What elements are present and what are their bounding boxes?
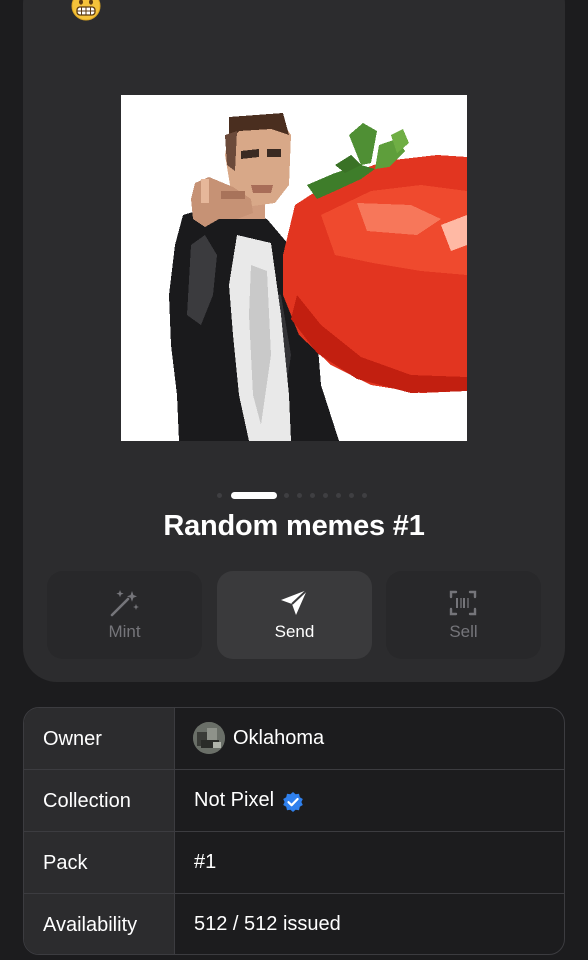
pack-key-cell: Pack	[24, 832, 175, 893]
owner-name[interactable]: Oklahoma	[233, 727, 324, 750]
pack-row: Pack #1	[24, 832, 564, 894]
availability-key: Availability	[43, 914, 138, 936]
collection-key: Collection	[43, 790, 131, 812]
carousel-dot[interactable]	[297, 493, 302, 498]
nft-image[interactable]	[121, 95, 467, 441]
availability-value: 512 / 512 issued	[194, 913, 341, 935]
carousel-dot[interactable]	[323, 493, 328, 498]
carousel-dot[interactable]	[217, 493, 222, 498]
carousel-indicator[interactable]	[0, 490, 588, 500]
sell-label: Sell	[449, 622, 478, 641]
carousel-dot[interactable]	[349, 493, 354, 498]
pack-key: Pack	[43, 852, 88, 874]
mint-button[interactable]: Mint	[47, 571, 202, 659]
send-label: Send	[274, 622, 315, 641]
availability-key-cell: Availability	[24, 894, 175, 954]
grimacing-face-icon[interactable]	[70, 0, 102, 22]
collection-name[interactable]: Not Pixel	[194, 789, 274, 812]
mint-label: Mint	[108, 622, 141, 641]
collection-key-cell: Collection	[24, 770, 175, 831]
carousel-dot[interactable]	[362, 493, 367, 498]
barcode-scan-icon	[449, 590, 477, 616]
availability-row: Availability 512 / 512 issued	[24, 894, 564, 954]
avatar[interactable]	[193, 722, 225, 754]
magic-wand-sparkles-icon	[110, 590, 139, 617]
details-table: Owner Oklahoma Collection Not Pixel Pack…	[23, 707, 565, 955]
collection-row: Collection Not Pixel	[24, 770, 564, 832]
pack-value: #1	[194, 851, 217, 873]
verified-badge-icon	[283, 792, 303, 812]
carousel-dot[interactable]	[284, 493, 289, 498]
sell-button[interactable]: Sell	[386, 571, 541, 659]
pixel-art-man-with-tomato-image	[121, 95, 467, 441]
carousel-dot[interactable]	[310, 493, 315, 498]
nft-title: Random memes #1	[163, 510, 425, 542]
paper-plane-icon	[281, 589, 308, 615]
owner-key-cell: Owner	[24, 708, 175, 769]
send-button[interactable]: Send	[217, 571, 372, 659]
carousel-dot-active[interactable]	[231, 492, 277, 499]
carousel-dot[interactable]	[336, 493, 341, 498]
owner-row: Owner Oklahoma	[24, 708, 564, 770]
owner-key: Owner	[43, 728, 102, 750]
